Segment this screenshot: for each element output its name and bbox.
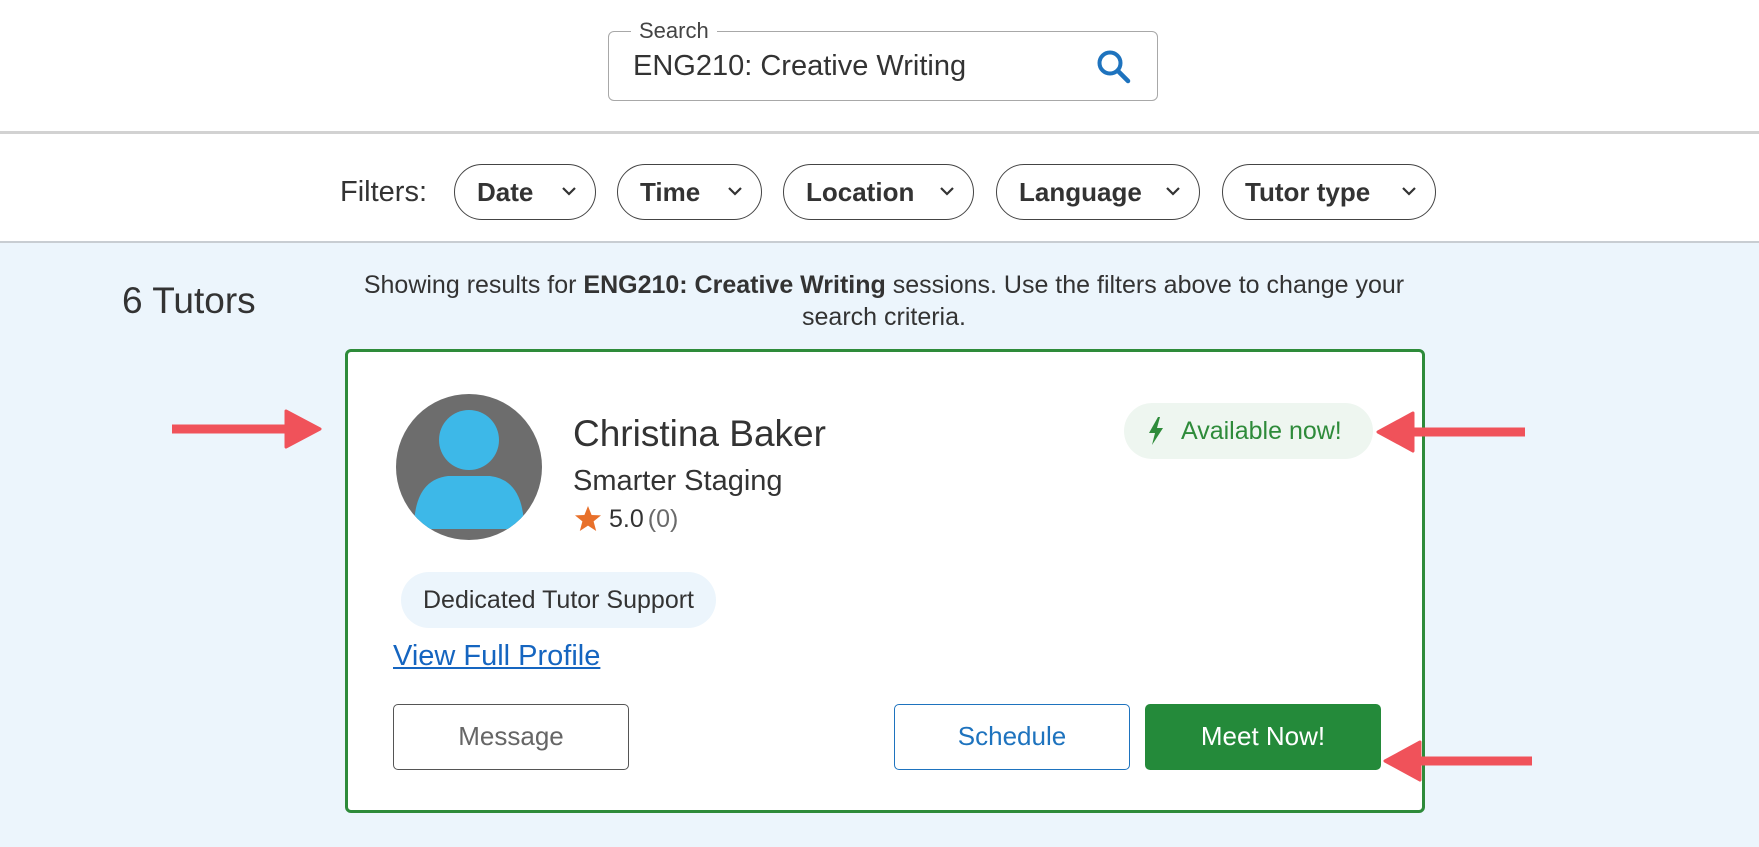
tutor-name: Christina Baker: [573, 413, 826, 454]
chevron-down-icon: [1166, 187, 1180, 196]
filter-tutor-type[interactable]: Tutor type: [1222, 164, 1436, 220]
lightning-icon: [1149, 417, 1163, 445]
user-icon: [414, 410, 524, 529]
filter-location[interactable]: Location: [783, 164, 974, 220]
search-icon[interactable]: [1095, 48, 1133, 86]
summary-course: ENG210: Creative Writing: [583, 271, 886, 299]
meet-now-button[interactable]: Meet Now!: [1145, 704, 1381, 770]
chevron-down-icon: [1402, 187, 1416, 196]
tutor-card: Christina Baker Smarter Staging 5.0 (0) A…: [345, 349, 1425, 813]
header: Search ENG210: Creative Writing: [0, 0, 1759, 133]
filter-bar: Filters: Date Time Location Language Tut…: [0, 134, 1759, 242]
tutor-organization: Smarter Staging: [573, 465, 783, 497]
view-profile-link[interactable]: View Full Profile: [393, 638, 600, 674]
filter-date[interactable]: Date: [454, 164, 596, 220]
arrow-left-icon: [1383, 740, 1532, 782]
rating-count: (0): [647, 504, 679, 533]
filter-time-label: Time: [640, 177, 701, 207]
arrow-right-icon: [172, 409, 322, 449]
search-field[interactable]: Search ENG210: Creative Writing: [608, 18, 1158, 101]
search-label: Search: [631, 18, 717, 44]
filter-language-label: Language: [1019, 177, 1142, 207]
filter-time[interactable]: Time: [617, 164, 762, 220]
filter-location-label: Location: [806, 177, 915, 207]
filter-date-label: Date: [477, 177, 534, 207]
chevron-down-icon: [940, 187, 954, 196]
results-area: 6 Tutors Showing results for ENG210: Cre…: [0, 243, 1759, 847]
star-icon: [575, 506, 601, 531]
rating-value: 5.0: [609, 504, 644, 533]
chevron-down-icon: [562, 187, 576, 196]
message-button[interactable]: Message: [393, 704, 629, 770]
tutor-rating: 5.0 (0): [573, 504, 678, 538]
arrow-left-icon: [1376, 411, 1525, 453]
filters-label: Filters:: [340, 176, 427, 208]
search-input[interactable]: ENG210: Creative Writing: [633, 47, 966, 85]
availability-text: Available now!: [1181, 417, 1342, 445]
tutor-count: 6 Tutors: [122, 280, 256, 321]
filter-language[interactable]: Language: [996, 164, 1200, 220]
availability-badge: Available now!: [1124, 403, 1373, 459]
schedule-button[interactable]: Schedule: [894, 704, 1130, 770]
results-summary: Showing results for ENG210: Creative Wri…: [350, 269, 1418, 333]
summary-prefix: Showing results for: [363, 271, 584, 299]
tutor-tag: Dedicated Tutor Support: [401, 572, 716, 628]
avatar: [396, 394, 542, 540]
chevron-down-icon: [728, 187, 742, 196]
filter-tutor-type-label: Tutor type: [1245, 177, 1371, 207]
summary-suffix: sessions. Use the filters above to chang…: [802, 271, 1405, 331]
